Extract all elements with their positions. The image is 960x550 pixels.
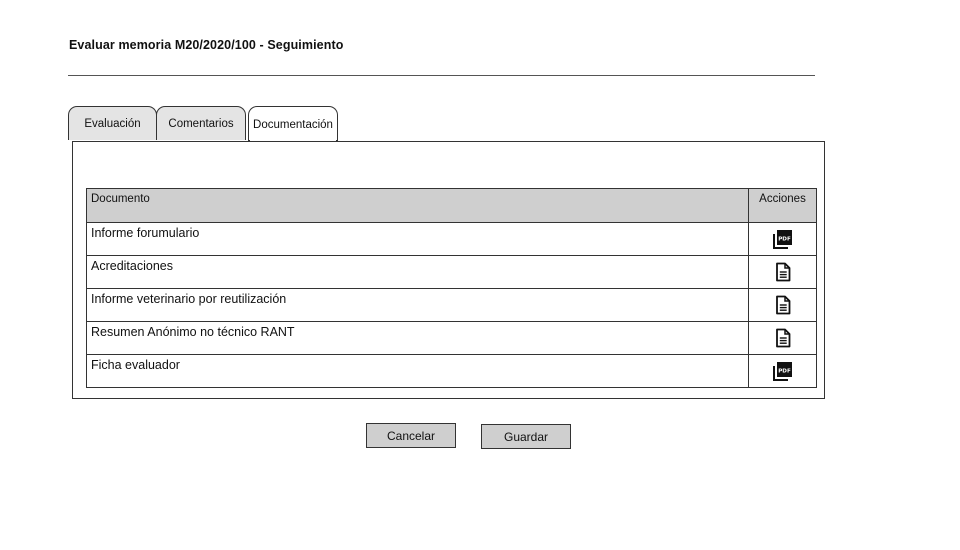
save-button[interactable]: Guardar: [481, 424, 571, 449]
table-row: Acreditaciones: [86, 255, 817, 289]
document-name: Ficha evaluador: [86, 354, 749, 388]
document-name: Acreditaciones: [86, 255, 749, 289]
tab-comentarios[interactable]: Comentarios: [156, 106, 246, 140]
actions-cell: [748, 321, 817, 355]
table-row: Informe forumulario PDF: [86, 222, 817, 256]
table-row: Resumen Anónimo no técnico RANT: [86, 321, 817, 355]
pdf-icon[interactable]: PDF: [772, 360, 794, 382]
page-title: Evaluar memoria M20/2020/100 - Seguimien…: [69, 38, 344, 52]
column-header-actions: Acciones: [748, 188, 817, 223]
table-row: Informe veterinario por reutilización: [86, 288, 817, 322]
svg-text:PDF: PDF: [778, 237, 791, 243]
table-row: Ficha evaluador PDF: [86, 354, 817, 388]
actions-cell: [748, 255, 817, 289]
title-divider: [68, 75, 815, 76]
documentation-panel: Documento Acciones Informe forumulario P…: [72, 141, 825, 399]
cancel-button[interactable]: Cancelar: [366, 423, 456, 448]
actions-cell: PDF: [748, 354, 817, 388]
svg-text:PDF: PDF: [778, 369, 791, 375]
actions-cell: [748, 288, 817, 322]
document-name: Resumen Anónimo no técnico RANT: [86, 321, 749, 355]
document-icon[interactable]: [774, 262, 792, 282]
document-name: Informe veterinario por reutilización: [86, 288, 749, 322]
column-header-document: Documento: [86, 188, 749, 223]
document-icon[interactable]: [774, 295, 792, 315]
table-header-row: Documento Acciones: [86, 188, 817, 223]
pdf-icon[interactable]: PDF: [772, 228, 794, 250]
tab-evaluacion[interactable]: Evaluación: [68, 106, 157, 140]
documents-table: Documento Acciones Informe forumulario P…: [86, 188, 817, 388]
document-name: Informe forumulario: [86, 222, 749, 256]
actions-cell: PDF: [748, 222, 817, 256]
tab-documentacion[interactable]: Documentación: [248, 106, 338, 145]
document-icon[interactable]: [774, 328, 792, 348]
